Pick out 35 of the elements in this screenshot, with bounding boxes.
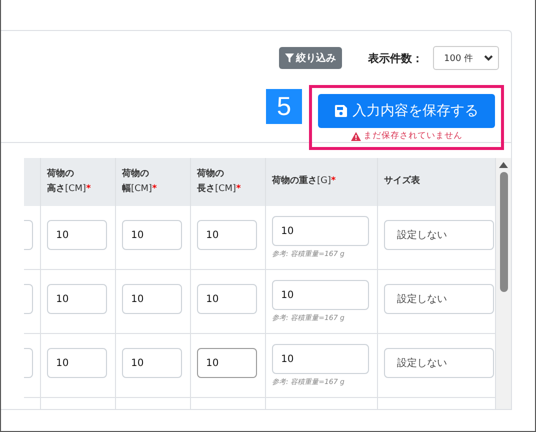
size-chart-select[interactable]: 設定しない <box>384 284 494 314</box>
column-header: 荷物の重さ[G]* <box>266 158 378 206</box>
input-field[interactable]: 10 <box>47 348 107 378</box>
column-header: サイズ表 <box>378 158 496 206</box>
input-field[interactable]: 10 <box>272 216 369 246</box>
per-page-label: 表示件数： <box>368 50 423 66</box>
size-chart-select[interactable]: 設定しない <box>384 348 494 378</box>
input-field[interactable]: 10 <box>272 344 369 374</box>
chevron-icon <box>484 55 493 61</box>
filter-icon <box>285 53 294 63</box>
input-field[interactable]: 10 <box>47 220 107 250</box>
step-badge: 5 <box>266 89 302 124</box>
input-field[interactable]: 10 <box>197 348 257 378</box>
input-field[interactable] <box>24 348 33 378</box>
input-field[interactable]: 10 <box>122 284 182 314</box>
save-button[interactable]: 入力内容を保存する <box>318 94 495 128</box>
input-field[interactable] <box>24 284 33 314</box>
column-header: 荷物の 長さ[CM]* <box>191 158 266 206</box>
warning-icon <box>350 132 360 140</box>
input-field[interactable]: 10 <box>122 348 182 378</box>
scrollbar-thumb[interactable] <box>500 172 508 292</box>
input-field[interactable] <box>24 220 33 250</box>
input-field[interactable]: 10 <box>197 284 257 314</box>
column-header: 荷物の 高さ[CM]* <box>41 158 116 206</box>
input-field[interactable]: 10 <box>197 220 257 250</box>
input-field[interactable]: 10 <box>47 284 107 314</box>
unsaved-warning: まだ保存されていません <box>350 130 462 142</box>
input-field[interactable]: 10 <box>272 280 369 310</box>
size-chart-select[interactable]: 設定しない <box>384 220 494 250</box>
input-field[interactable]: 10 <box>122 220 182 250</box>
scrollbar[interactable] <box>496 158 511 409</box>
column-header: 荷物の 幅[CM]* <box>116 158 191 206</box>
per-page-select[interactable]: 100 件 <box>433 46 499 70</box>
filter-button[interactable]: 絞り込み <box>279 47 342 69</box>
scroll-up-icon[interactable] <box>499 162 508 168</box>
